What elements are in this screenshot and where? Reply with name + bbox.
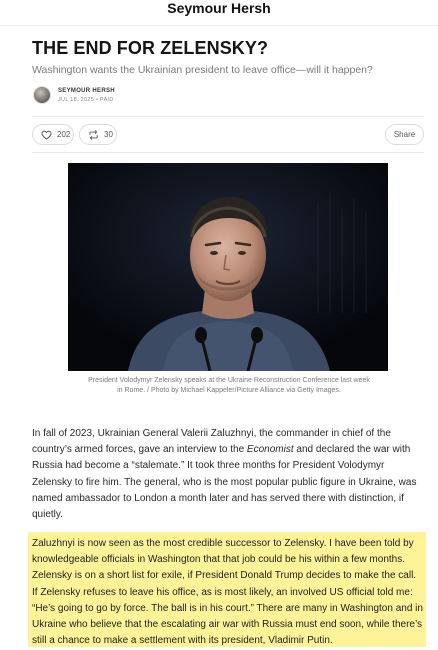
body-paragraph-1: In fall of 2023, Ukrainian General Valer… — [32, 426, 424, 523]
p1-text-end: and declared the war with Russia had bec… — [32, 444, 417, 521]
post-subtitle: Washington wants the Ukrainian president… — [32, 64, 373, 76]
speaker-photo-illustration — [68, 163, 388, 371]
share-label: Share — [393, 129, 416, 139]
publication-name[interactable]: Seymour Hersh — [167, 0, 270, 17]
divider-bottom — [32, 152, 424, 153]
p1-economist-emphasis: Economist — [246, 444, 294, 456]
restack-count: 30 — [104, 129, 113, 139]
article-photo[interactable] — [68, 163, 388, 371]
heart-icon — [41, 130, 52, 140]
like-button[interactable]: 202 — [32, 124, 74, 145]
divider-top — [32, 116, 424, 117]
paid-badge: PAID — [100, 97, 114, 103]
post-meta: JUL 18, 2025 • PAID — [58, 97, 114, 104]
like-count: 202 — [57, 129, 71, 139]
post-title: THE END FOR ZELENSKY? — [32, 38, 269, 58]
restack-icon — [88, 129, 99, 140]
share-button[interactable]: Share — [385, 124, 424, 145]
meta-separator: • — [95, 97, 99, 103]
body-paragraph-2-highlighted: Zaluzhnyi is now seen as the most credib… — [32, 538, 423, 647]
restack-button[interactable]: 30 — [79, 124, 117, 145]
author-name[interactable]: SEYMOUR HERSH — [58, 87, 115, 95]
author-avatar[interactable] — [33, 86, 51, 104]
post-date: JUL 18, 2025 — [58, 97, 95, 103]
top-bar: Seymour Hersh — [0, 0, 438, 26]
photo-caption: President Volodymyr Zelensky speaks at t… — [88, 377, 370, 394]
